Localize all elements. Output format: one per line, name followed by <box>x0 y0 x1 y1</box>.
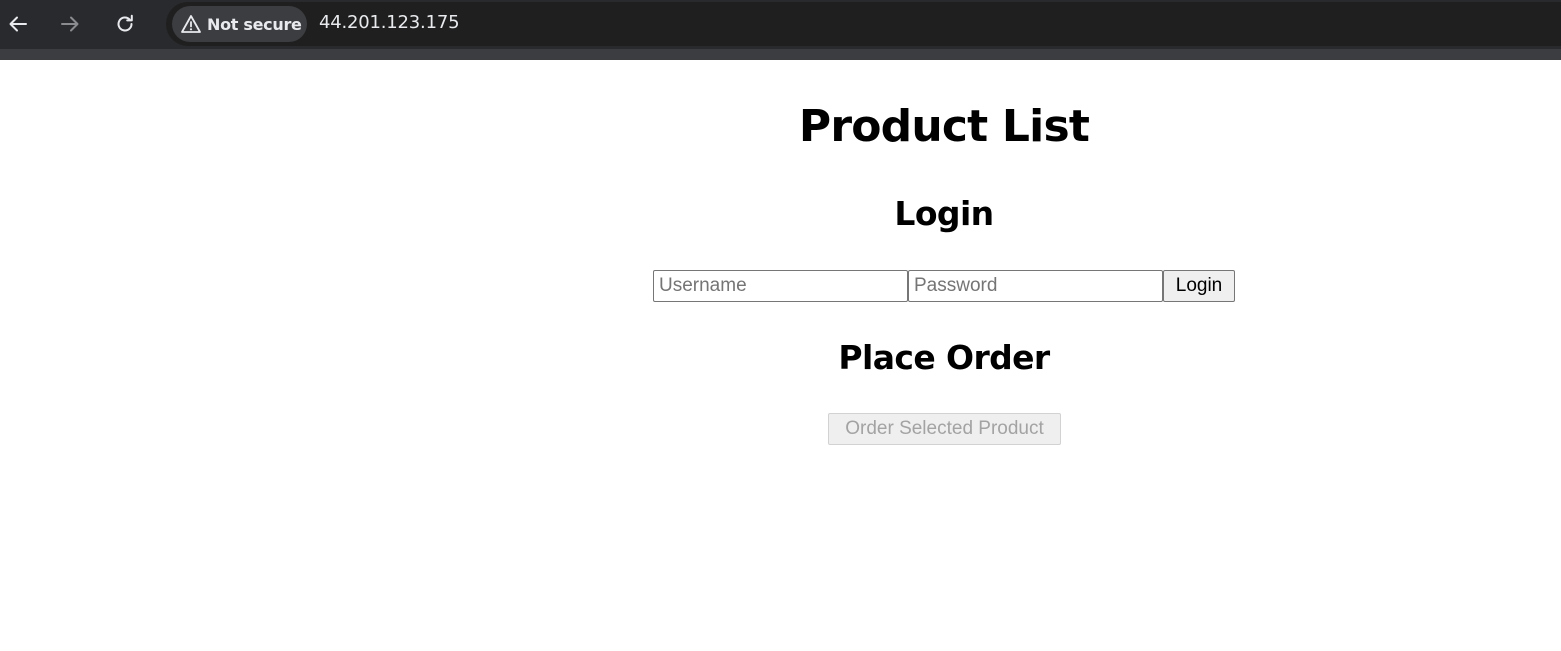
toolbar-divider <box>0 49 1561 60</box>
place-order-heading: Place Order <box>838 338 1050 377</box>
warning-triangle-icon <box>180 13 202 35</box>
page-title: Product List <box>798 101 1090 152</box>
security-label: Not secure <box>207 14 302 34</box>
forward-button[interactable] <box>54 8 86 40</box>
back-arrow-icon <box>7 13 29 35</box>
order-selected-product-button[interactable]: Order Selected Product <box>828 413 1061 445</box>
login-heading: Login <box>894 194 994 233</box>
back-button[interactable] <box>2 8 34 40</box>
login-button[interactable]: Login <box>1163 270 1235 302</box>
security-indicator[interactable]: Not secure <box>172 6 307 42</box>
reload-icon <box>114 13 136 35</box>
reload-button[interactable] <box>109 8 141 40</box>
username-input[interactable] <box>653 270 908 302</box>
forward-arrow-icon <box>59 13 81 35</box>
url-text[interactable]: 44.201.123.175 <box>319 12 460 33</box>
password-input[interactable] <box>908 270 1163 302</box>
